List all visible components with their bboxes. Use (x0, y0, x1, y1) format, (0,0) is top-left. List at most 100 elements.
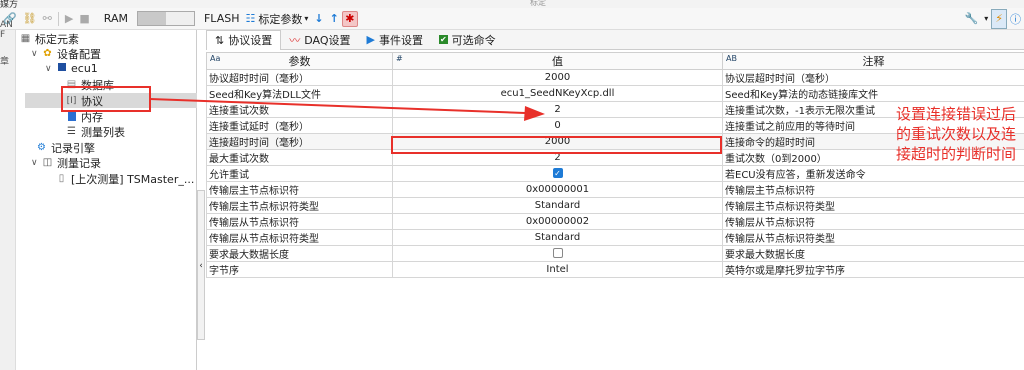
tab-protocol-settings[interactable]: ⇅ 协议设置 (206, 29, 282, 50)
tab-event-settings[interactable]: ▶ 事件设置 (359, 30, 431, 50)
table-row[interactable]: 传输层主节点标识符 0x00000001 传输层主节点标识符 (206, 181, 1024, 198)
tree-label: 设备配置 (57, 47, 101, 61)
stop-icon[interactable]: ■ (76, 9, 92, 29)
tree-item-protocol[interactable]: [I] 协议 (25, 93, 197, 108)
lightning-icon[interactable]: ⚡ (991, 8, 1007, 29)
memory-icon (65, 110, 78, 123)
records-icon: ◫ (42, 156, 53, 168)
tab-label: 协议设置 (228, 34, 273, 47)
chevron-down-icon[interactable]: ∨ (31, 49, 41, 59)
tree-label: ecu1 (71, 62, 98, 75)
value-cell[interactable]: 2 (392, 149, 723, 166)
column-header-value[interactable]: # 值 (392, 52, 723, 70)
text-type-icon: Aa (210, 54, 221, 63)
value-cell[interactable]: 0x00000002 (392, 213, 723, 230)
protocol-icon: [I] (66, 95, 77, 106)
table-body: 协议超时时间（毫秒） 2000 协议层超时时间（毫秒） Seed和Key算法DLL文件… (206, 69, 1024, 278)
window-title: 标定 (530, 0, 546, 7)
param-cell: 传输层从节点标识符类型 (206, 229, 393, 246)
param-cell: 连接超时时间（毫秒） (206, 133, 393, 150)
value-cell[interactable]: 0 (392, 117, 723, 134)
tree-item-database[interactable]: ▤ 数据库 (65, 77, 114, 92)
protocol-params-table: Aa 参数 # 值 AB 注释 协议超时时间（毫秒） 2000 协议层超时时间（毫秒） Se… (206, 52, 1024, 278)
help-icon[interactable]: ⓘ (1007, 9, 1024, 29)
table-row[interactable]: 要求最大数据长度 要求最大数据长度 (206, 245, 1024, 262)
table-row[interactable]: 传输层主节点标识符类型 Standard 传输层主节点标识符类型 (206, 197, 1024, 214)
param-cell: 连接重试延时（毫秒） (206, 117, 393, 134)
panel-collapse-handle[interactable]: ‹ (197, 190, 205, 340)
ecu-icon (55, 62, 68, 75)
column-header-param[interactable]: Aa 参数 (206, 52, 393, 70)
number-type-icon: # (396, 54, 403, 63)
list-icon: ☰ (67, 125, 76, 137)
calib-params-dropdown[interactable]: ☷ 标定参数 ▾ (242, 9, 311, 29)
ram-flash-switch[interactable] (136, 11, 195, 26)
play-icon: ▶ (366, 33, 375, 46)
tree-item-record-engine[interactable]: ⚙ 记录引擎 (35, 140, 95, 155)
tree-item-memory[interactable]: 内存 (65, 109, 103, 124)
sliders-icon: ⇅ (215, 33, 225, 47)
annotation-text: 设置连接错误过后的重试次数以及连接超时的判断时间 (896, 105, 1017, 163)
value-cell[interactable]: 2000 (392, 133, 723, 150)
value-cell[interactable]: ✓ (392, 165, 723, 182)
tab-label: 可选命令 (451, 33, 496, 47)
table-row[interactable]: 传输层从节点标识符类型 Standard 传输层从节点标识符类型 (206, 229, 1024, 246)
tree-item-measure-list[interactable]: ☰ 测量列表 (65, 124, 125, 139)
tree-item-device-config[interactable]: ∨ ✿ 设备配置 (31, 46, 101, 61)
note-cell: Seed和Key算法的动态链接库文件 (722, 85, 1024, 102)
unlink-icon[interactable]: ⚯ (40, 9, 55, 29)
param-cell: 传输层主节点标识符类型 (206, 197, 393, 214)
value-cell[interactable] (392, 245, 723, 262)
table-row[interactable]: 字节序 Intel 英特尔或是摩托罗拉字节序 (206, 261, 1024, 278)
list-icon: ☷ (245, 12, 256, 25)
value-checkbox[interactable] (552, 248, 563, 258)
window-titlebar: 媒方 标定 (0, 0, 1024, 10)
tab-optional-commands[interactable]: ✔ 可选命令 (431, 30, 504, 50)
value-checkbox[interactable]: ✓ (552, 168, 563, 178)
tree-label: 测量列表 (81, 125, 125, 139)
wrench-icon[interactable]: 🔧 (962, 9, 982, 29)
table-row[interactable]: 允许重试 ✓ 若ECU没有应答，重新发送命令 (206, 165, 1024, 182)
table-row[interactable]: 协议超时时间（毫秒） 2000 协议层超时时间（毫秒） (206, 69, 1024, 86)
chevron-down-icon[interactable]: ∨ (31, 158, 41, 168)
chevron-down-icon[interactable]: ▾ (981, 9, 991, 29)
value-cell[interactable]: Standard (392, 197, 723, 214)
header-label: 参数 (288, 55, 311, 68)
note-cell: 传输层从节点标识符 (722, 213, 1024, 230)
note-type-icon: AB (726, 54, 737, 63)
record-engine-icon: ⚙ (37, 141, 46, 153)
note-cell: 要求最大数据长度 (722, 245, 1024, 262)
value-cell[interactable]: 2000 (392, 69, 723, 86)
value-cell[interactable]: Standard (392, 229, 723, 246)
table-row[interactable]: Seed和Key算法DLL文件 ecu1_SeedNKeyXcp.dll Seed和… (206, 85, 1024, 102)
tree-item-root[interactable]: ▦ 标定元素 (19, 31, 79, 46)
tree-item-ecu[interactable]: ∨ ecu1 (45, 61, 98, 76)
tree-item-last-measure[interactable]: ▯ [上次测量] TSMaster_... (55, 171, 195, 186)
settings-tabs: ⇅ 协议设置 〰 DAQ设置 ▶ 事件设置 ✔ 可选命令 (206, 29, 1024, 50)
column-header-note[interactable]: AB 注释 (722, 52, 1024, 70)
chevron-down-icon[interactable]: ∨ (45, 64, 55, 74)
table-row[interactable]: 传输层从节点标识符 0x00000002 传输层从节点标识符 (206, 213, 1024, 230)
value-cell[interactable]: 0x00000001 (392, 181, 723, 198)
arrow-down-icon[interactable]: ↓ (311, 9, 326, 29)
value-cell[interactable]: ecu1_SeedNKeyXcp.dll (392, 85, 723, 102)
param-cell: 传输层从节点标识符 (206, 213, 393, 230)
play-icon[interactable]: ▶ (62, 9, 76, 29)
chain-icon[interactable]: ⛓ (20, 9, 40, 29)
value-cell[interactable]: Intel (392, 261, 723, 278)
strip-text-1: 章 (0, 57, 10, 67)
arrow-up-icon[interactable]: ↑ (327, 9, 342, 29)
note-cell: 传输层主节点标识符 (722, 181, 1024, 198)
header-label: 注释 (862, 55, 885, 68)
value-cell[interactable]: 2 (392, 101, 723, 118)
table-header-row: Aa 参数 # 值 AB 注释 (206, 52, 1024, 70)
param-cell: 最大重试次数 (206, 149, 393, 166)
tree-item-measure-records[interactable]: ∨ ◫ 测量记录 (31, 155, 101, 170)
toolbar: 🔗 ⛓ ⚯ ▶ ■ RAM FLASH ☷ 标定参数 ▾ ↓ ↑ ✱ 🔧 ▾ ⚡… (0, 8, 1024, 30)
tree-label: 标定元素 (35, 32, 79, 46)
tab-daq-settings[interactable]: 〰 DAQ设置 (281, 30, 358, 50)
note-cell: 若ECU没有应答，重新发送命令 (722, 165, 1024, 182)
calibration-tree: ▦ 标定元素 ∨ ✿ 设备配置 ∨ ecu1 ▤ 数据库 [I] 协议 内存 ☰… (17, 30, 197, 370)
toolbar-separator (57, 11, 59, 26)
bug-icon[interactable]: ✱ (341, 10, 358, 27)
